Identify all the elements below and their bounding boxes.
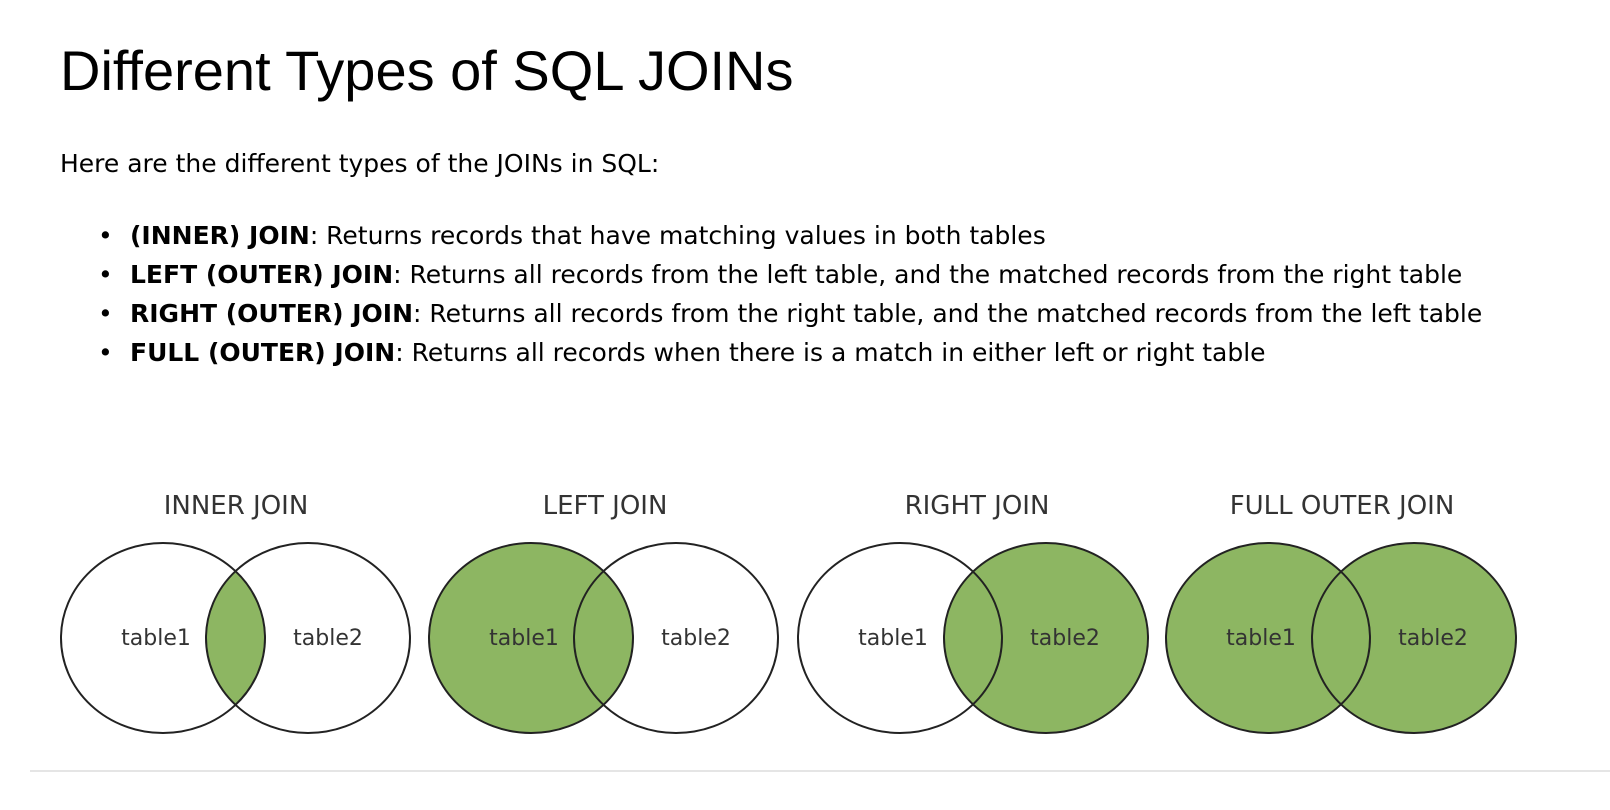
join-diagrams: INNER JOIN table1 table2 LEFT JOIN table…: [60, 491, 1517, 734]
table1-label: table1: [121, 626, 191, 651]
table1-label: table1: [1226, 626, 1296, 651]
table1-label: table1: [858, 626, 928, 651]
diagram-title: FULL OUTER JOIN: [1230, 491, 1455, 521]
table2-label: table2: [1398, 626, 1468, 651]
join-term: RIGHT (OUTER) JOIN: [130, 299, 414, 328]
diagram-title: LEFT JOIN: [543, 491, 668, 521]
diagram-title: RIGHT JOIN: [905, 491, 1050, 521]
diagram-title: INNER JOIN: [164, 491, 309, 521]
table2-label: table2: [1030, 626, 1100, 651]
bullet-icon: •: [98, 260, 113, 289]
list-item-full-join: • FULL (OUTER) JOIN: Returns all records …: [98, 333, 1600, 372]
bullet-icon: •: [98, 221, 113, 250]
join-types-list: • (INNER) JOIN: Returns records that have…: [60, 216, 1600, 372]
list-item-right-join: • RIGHT (OUTER) JOIN: Returns all records…: [98, 294, 1600, 333]
join-term: LEFT (OUTER) JOIN: [130, 260, 394, 289]
list-item-left-join: • LEFT (OUTER) JOIN: Returns all records …: [98, 255, 1600, 294]
join-description: : Returns records that have matching val…: [309, 221, 1046, 250]
right-join-diagram: RIGHT JOIN table1 table2: [797, 491, 1149, 734]
divider: [30, 770, 1610, 772]
table1-label: table1: [489, 626, 559, 651]
join-term: FULL (OUTER) JOIN: [130, 338, 396, 367]
page-title: Different Types of SQL JOINs: [60, 39, 794, 102]
bullet-icon: •: [98, 338, 113, 367]
join-description: : Returns all records when there is a ma…: [395, 338, 1266, 367]
inner-join-diagram: INNER JOIN table1 table2: [60, 491, 411, 734]
join-description: : Returns all records from the right tab…: [413, 299, 1483, 328]
left-join-diagram: LEFT JOIN table1 table2: [428, 491, 779, 734]
list-item-inner-join: • (INNER) JOIN: Returns records that have…: [98, 216, 1600, 255]
full-outer-join-diagram: FULL OUTER JOIN table1 table2: [1165, 491, 1517, 734]
table2-label: table2: [293, 626, 363, 651]
bullet-icon: •: [98, 299, 113, 328]
intro-text: Here are the different types of the JOIN…: [60, 149, 660, 178]
join-description: : Returns all records from the left tabl…: [393, 260, 1463, 289]
join-term: (INNER) JOIN: [130, 221, 310, 250]
table2-label: table2: [661, 626, 731, 651]
